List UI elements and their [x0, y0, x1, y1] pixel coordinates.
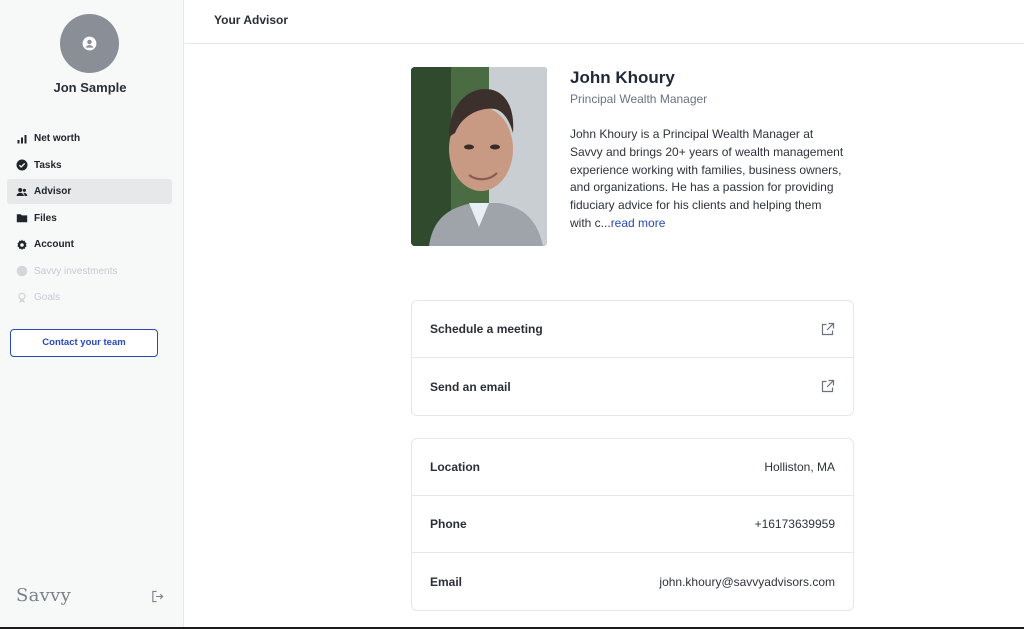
sidebar-nav: Net worth Tasks Advisor Files Account Sa… — [7, 126, 172, 312]
sidebar-item-label: Goals — [34, 292, 61, 303]
sidebar-item-label: Files — [34, 212, 57, 224]
sidebar: Jon Sample Net worth Tasks Advisor Files — [0, 0, 184, 629]
sidebar-item-goals: Goals — [7, 285, 172, 310]
sidebar-item-savvy-investments: Savvy investments — [7, 259, 172, 284]
advisor-title: Principal Wealth Manager — [570, 92, 708, 106]
external-link-icon — [821, 322, 835, 335]
phone-row: Phone +16173639959 — [412, 496, 853, 553]
user-name: Jon Sample — [53, 80, 127, 95]
advisor-name: John Khoury — [570, 68, 675, 87]
advisor-photo — [411, 67, 547, 246]
gear-icon — [16, 239, 28, 251]
advisor-bio-text: John Khoury is a Principal Wealth Manage… — [570, 127, 844, 230]
phone-label: Phone — [430, 517, 467, 531]
user-circle-icon — [82, 36, 97, 51]
external-link-icon — [821, 379, 835, 393]
send-email-row[interactable]: Send an email — [412, 358, 853, 415]
location-row: Location Holliston, MA — [412, 439, 853, 496]
sidebar-item-label: Savvy investments — [34, 265, 118, 277]
goal-icon — [16, 292, 28, 304]
phone-value[interactable]: +16173639959 — [755, 517, 835, 531]
folder-icon — [16, 212, 28, 224]
people-icon — [16, 186, 28, 198]
sidebar-item-label: Account — [34, 239, 74, 250]
sidebar-item-label: Advisor — [34, 186, 72, 197]
check-circle-icon — [16, 159, 28, 171]
sidebar-item-advisor[interactable]: Advisor — [7, 179, 172, 204]
sidebar-item-net-worth[interactable]: Net worth — [7, 126, 172, 151]
actions-card: Schedule a meeting Send an email — [411, 300, 854, 416]
location-value: Holliston, MA — [764, 460, 835, 474]
sidebar-item-label: Tasks — [34, 159, 62, 171]
logout-icon[interactable] — [151, 590, 164, 603]
sidebar-item-tasks[interactable]: Tasks — [7, 153, 172, 178]
circle-icon — [16, 265, 28, 277]
bar-chart-icon — [16, 133, 28, 145]
sidebar-item-label: Net worth — [34, 133, 81, 144]
sidebar-item-files[interactable]: Files — [7, 206, 172, 231]
email-value[interactable]: john.khoury@savvyadvisors.com — [659, 575, 835, 589]
email-row: Email john.khoury@savvyadvisors.com — [412, 553, 853, 610]
contact-team-button[interactable]: Contact your team — [10, 329, 158, 357]
schedule-meeting-row[interactable]: Schedule a meeting — [412, 301, 853, 358]
advisor-bio: John Khoury is a Principal Wealth Manage… — [570, 126, 845, 233]
page-header: Your Advisor — [185, 0, 1024, 44]
send-email-label: Send an email — [430, 379, 511, 394]
avatar[interactable] — [60, 14, 119, 73]
email-label: Email — [430, 574, 463, 589]
read-more-link[interactable]: read more — [611, 216, 666, 230]
sidebar-item-account[interactable]: Account — [7, 232, 172, 257]
location-label: Location — [430, 460, 480, 474]
schedule-meeting-label: Schedule a meeting — [430, 322, 543, 336]
brand-logo: Savvy — [16, 585, 72, 606]
page-title: Your Advisor — [214, 13, 289, 27]
details-card: Location Holliston, MA Phone +1617363995… — [411, 438, 854, 611]
